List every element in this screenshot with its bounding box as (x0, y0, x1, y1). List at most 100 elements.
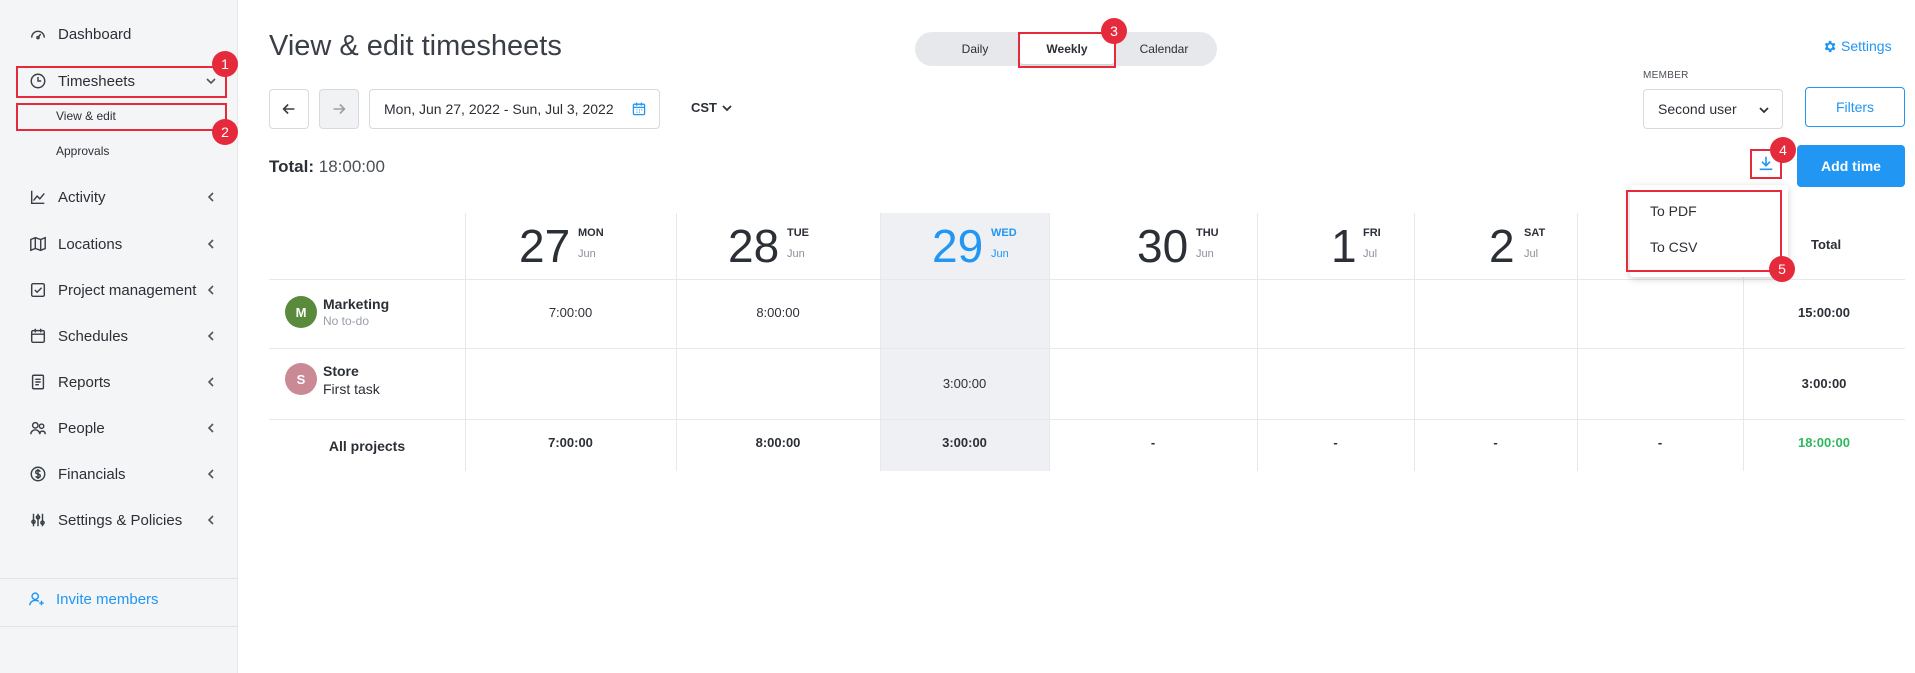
sidebar-item-activity[interactable]: Activity (28, 182, 218, 212)
sidebar: Dashboard Timesheets View & edit Approva… (0, 0, 238, 673)
previous-week-button[interactable] (269, 89, 309, 129)
annotation-box-5 (1626, 190, 1782, 272)
sidebar-item-dashboard[interactable]: Dashboard (28, 19, 218, 49)
invite-members-label: Invite members (56, 590, 159, 608)
app-window: Dashboard Timesheets View & edit Approva… (0, 0, 1915, 673)
annotation-box-1 (16, 66, 227, 98)
row-total: 15:00:00 (1797, 305, 1851, 320)
day-month: Jul (1363, 248, 1378, 260)
row-total: 3:00:00 (1801, 376, 1847, 391)
daily-total: - (1657, 435, 1663, 450)
day-month: Jun (787, 248, 805, 260)
sidebar-item-label: Schedules (58, 327, 129, 345)
chevron-left-icon (204, 375, 218, 389)
annotation-badge-2: 2 (212, 119, 238, 145)
sidebar-item-project-management[interactable]: Project management (28, 275, 218, 305)
annotation-badge-5: 5 (1769, 256, 1795, 282)
sidebar-item-locations[interactable]: Locations (28, 229, 218, 259)
day-month: Jun (991, 248, 1009, 260)
sidebar-item-label: Financials (58, 465, 126, 483)
daily-total: - (1150, 435, 1156, 450)
total-label: Total: (269, 157, 315, 176)
sidebar-item-label: People (58, 419, 105, 437)
annotation-badge-1: 1 (212, 51, 238, 77)
checkbox-icon (28, 280, 48, 300)
member-select[interactable]: Second user (1643, 89, 1783, 129)
sidebar-subitem-approvals[interactable]: Approvals (56, 141, 109, 161)
calendar-icon (631, 101, 647, 120)
sliders-icon (28, 510, 48, 530)
annotation-badge-3: 3 (1101, 18, 1127, 44)
sidebar-item-label: Project management (58, 281, 197, 299)
map-icon (28, 234, 48, 254)
page-title: View & edit timesheets (269, 30, 562, 62)
view-calendar-button[interactable]: Calendar (1119, 32, 1209, 66)
column-divider (1414, 213, 1415, 471)
people-icon (28, 418, 48, 438)
project-todo: No to-do (323, 314, 370, 328)
column-divider (1577, 213, 1578, 471)
invite-members-link[interactable]: Invite members (28, 590, 159, 608)
column-divider (1257, 213, 1258, 471)
daily-total: 8:00:00 (755, 435, 801, 450)
column-divider (1049, 213, 1050, 471)
all-projects-label: All projects (328, 438, 406, 454)
avatar: M (285, 296, 317, 328)
project-store[interactable]: S Store First task (285, 363, 380, 397)
add-time-button[interactable]: Add time (1797, 145, 1905, 187)
day-name: TUE (787, 227, 809, 239)
time-cell[interactable]: 8:00:00 (676, 305, 880, 320)
day-month: Jun (1196, 248, 1214, 260)
next-week-button[interactable] (319, 89, 359, 129)
settings-link[interactable]: Settings (1822, 38, 1892, 54)
chevron-left-icon (204, 190, 218, 204)
row-divider (269, 348, 1905, 349)
daily-total: - (1333, 435, 1338, 450)
project-info: Marketing No to-do (323, 296, 389, 328)
day-number: 30 (1137, 220, 1189, 272)
member-label: MEMBER (1643, 70, 1689, 81)
column-divider (676, 213, 677, 471)
column-divider (465, 213, 466, 471)
annotation-box-3 (1018, 32, 1116, 68)
day-number: 2 (1489, 220, 1515, 272)
view-daily-button[interactable]: Daily (935, 32, 1015, 66)
sidebar-item-label: Activity (58, 188, 106, 206)
time-cell[interactable]: 3:00:00 (880, 376, 1049, 391)
time-cell[interactable]: 7:00:00 (465, 305, 676, 320)
sidebar-item-schedules[interactable]: Schedules (28, 321, 218, 351)
chevron-left-icon (204, 421, 218, 435)
filters-button[interactable]: Filters (1805, 87, 1905, 127)
sidebar-item-settings-policies[interactable]: Settings & Policies (28, 505, 218, 535)
activity-chart-icon (28, 187, 48, 207)
sidebar-item-people[interactable]: People (28, 413, 218, 443)
day-number: 27 (519, 220, 571, 272)
day-name: MON (578, 227, 604, 239)
sidebar-item-label: Settings & Policies (58, 511, 183, 529)
chevron-left-icon (204, 467, 218, 481)
annotation-badge-4: 4 (1770, 137, 1796, 163)
daily-total: 7:00:00 (548, 435, 593, 450)
project-name: Store (323, 363, 359, 379)
chevron-down-icon (1759, 107, 1769, 114)
day-number: 1 (1331, 220, 1357, 272)
sidebar-item-reports[interactable]: Reports (28, 367, 218, 397)
date-range-picker[interactable]: Mon, Jun 27, 2022 - Sun, Jul 3, 2022 (369, 89, 660, 129)
dashboard-icon (28, 24, 48, 44)
arrow-right-icon (333, 103, 346, 115)
day-name: FRI (1363, 227, 1381, 239)
day-name: THU (1196, 227, 1219, 239)
chevron-left-icon (204, 513, 218, 527)
chevron-down-icon (722, 104, 732, 111)
sidebar-divider (0, 578, 238, 579)
annotation-box-2 (16, 103, 227, 131)
avatar: S (285, 363, 317, 395)
timezone-select[interactable]: CST (691, 100, 733, 115)
grand-total: 18:00:00 (1797, 435, 1851, 450)
sidebar-item-financials[interactable]: Financials (28, 459, 218, 489)
row-divider (269, 279, 1905, 280)
day-month: Jun (578, 248, 596, 260)
project-marketing[interactable]: M Marketing No to-do (285, 296, 389, 328)
row-divider (269, 419, 1905, 420)
gear-icon (1824, 40, 1836, 52)
